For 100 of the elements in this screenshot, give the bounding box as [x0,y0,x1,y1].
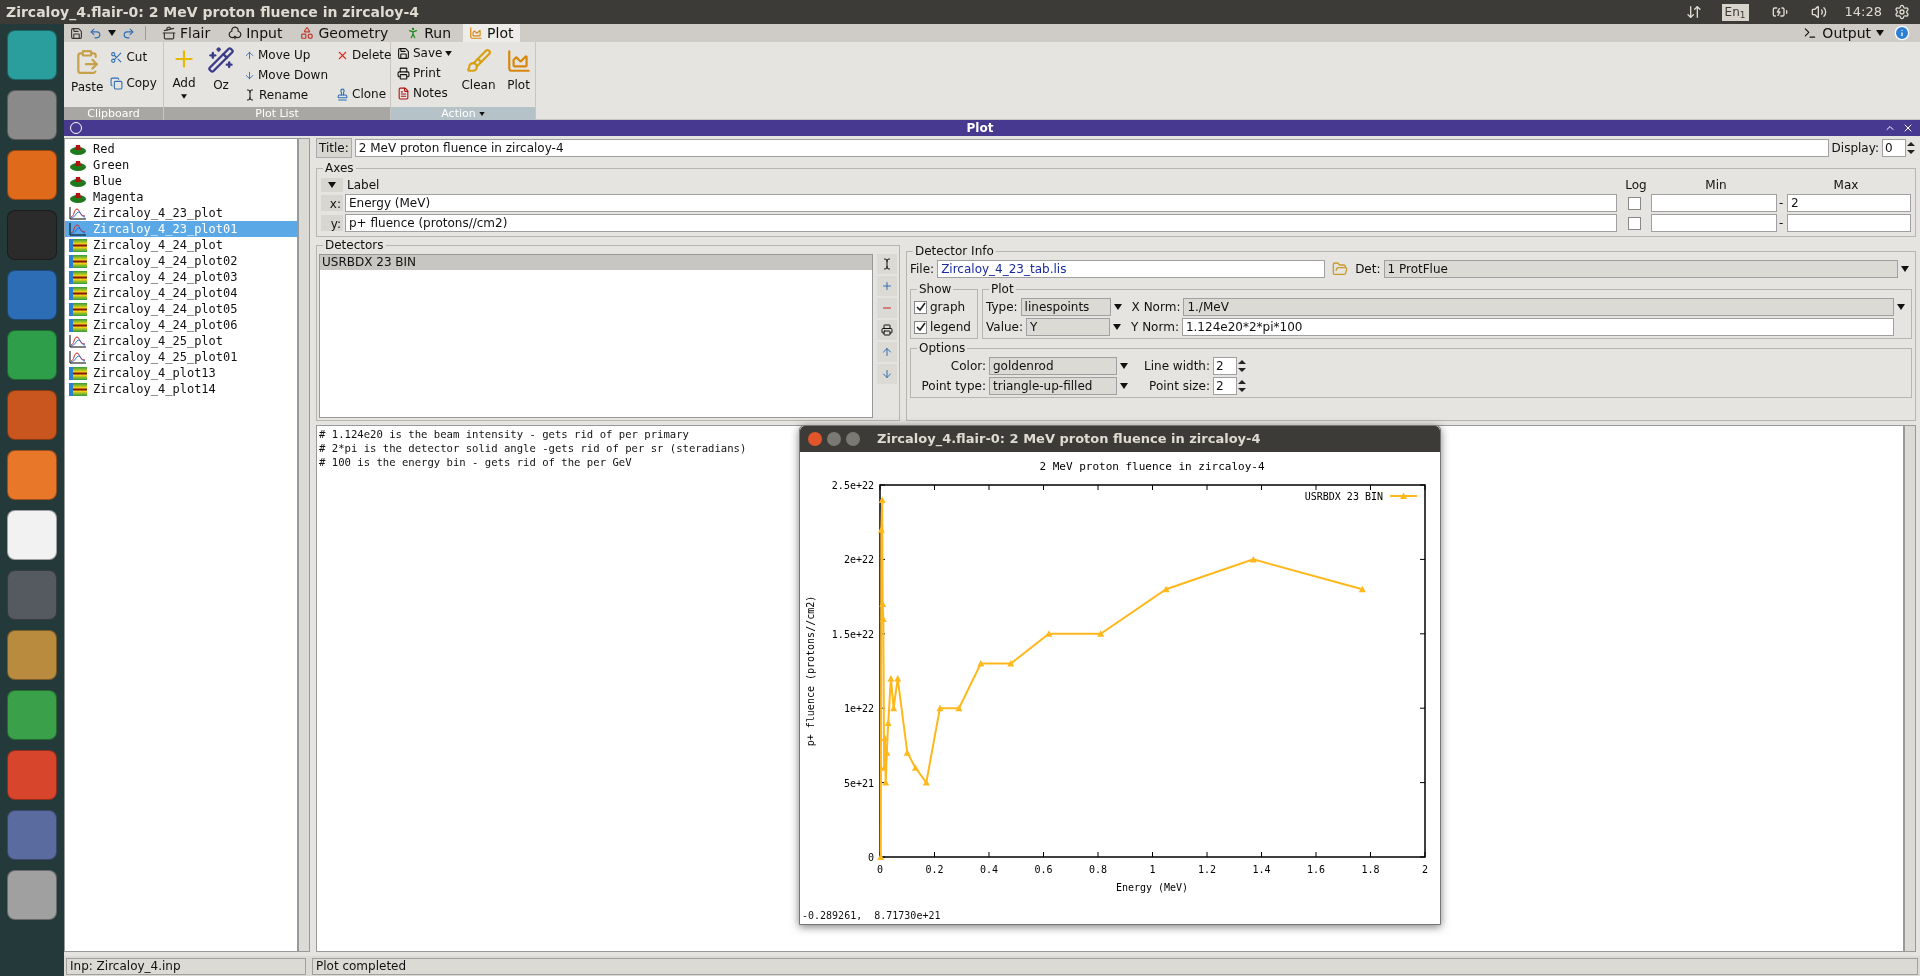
clean-button[interactable]: Clean [458,44,499,94]
ribbon-tab[interactable]: Run [400,24,458,42]
file-field[interactable]: Zircaloy_4_23_tab.lis [937,260,1326,278]
wand-icon [207,46,235,74]
paste-button[interactable]: Paste [68,48,107,96]
max-field[interactable] [1787,214,1911,232]
clipboard-icon [74,48,101,76]
dropdown-field[interactable]: Y [1026,318,1110,336]
spin-arrows-icon[interactable] [1237,358,1247,374]
x-axis-label: Energy (MeV) [1115,882,1189,893]
app-icon[interactable] [7,150,57,200]
checkbox[interactable] [914,320,927,334]
scrollbar[interactable] [298,138,310,952]
ribbon-tab[interactable]: Geometry [294,24,395,42]
app-icon[interactable] [7,510,57,560]
chart-title: 2 MeV proton fluence in zircaloy-4 [1039,460,1265,473]
add-button[interactable]: Add [168,46,200,99]
volume-icon [1810,4,1827,20]
x-tick-label: 1 [1149,864,1156,875]
notes-button[interactable]: Notes [395,84,455,102]
max-field[interactable]: 2 [1787,194,1911,212]
axis-button[interactable]: y: [321,215,343,231]
detector-list-item[interactable]: USRBDX 23 BIN [320,255,872,270]
spin-field[interactable]: 2 [1213,357,1237,375]
data-point [1007,660,1015,667]
heatmap-icon [69,270,87,284]
copy-button[interactable]: Copy [108,74,159,92]
legend-line-icon [1389,492,1418,499]
rename-button[interactable]: Rename [242,86,330,104]
group-label: Detectors [323,238,386,252]
print-button[interactable]: Print [395,64,455,82]
title-field[interactable]: 2 MeV proton fluence in zircaloy-4 [354,139,1829,157]
move-down-button[interactable]: Move Down [242,66,330,84]
keyboard-layout-indicator[interactable]: En$_{1}$ [1721,3,1749,21]
app-icon[interactable] [7,270,57,320]
ribbon-tab[interactable]: Input [222,24,289,42]
min-field[interactable] [1651,214,1777,232]
app-icon[interactable] [7,390,57,440]
ribbon-tab[interactable]: Plot [463,24,520,42]
ynorm-field[interactable]: 1.124e20*2*pi*100 [1181,318,1894,336]
spin-field[interactable]: 0 [1882,139,1906,157]
dropdown-field[interactable]: 1 ProtFlue [1383,260,1898,278]
heatmap-icon [69,366,87,380]
dropdown-field[interactable]: triangle-up-filled [989,377,1117,395]
spin-field[interactable]: 2 [1213,377,1237,395]
dropdown-field[interactable]: goldenrod [989,357,1117,375]
app-icon[interactable] [7,690,57,740]
min-field[interactable] [1651,194,1777,212]
detector-tool-button[interactable] [877,320,897,340]
title-label: Title: [316,138,352,158]
oz-button[interactable]: Oz [204,46,238,94]
data-point [1249,555,1257,563]
ribbon-tab[interactable]: Flair [156,24,217,42]
app-icon[interactable] [7,870,57,920]
close-icon[interactable] [808,432,822,446]
axes-menu-button[interactable] [321,178,343,192]
app-icon[interactable] [7,90,57,140]
checkbox[interactable] [1627,196,1641,210]
status-field: Plot completed [312,957,1918,975]
dropdown-arrow-icon [1120,383,1128,389]
dropdown-field[interactable]: 1./MeV [1183,298,1894,316]
checkbox[interactable] [914,300,927,314]
minimize-icon[interactable] [827,432,841,446]
output-button[interactable]: Output [1799,22,1888,44]
app-icon[interactable] [7,30,57,80]
disc-icon [69,190,87,204]
line-chart-icon [69,350,87,364]
app-icon[interactable] [7,330,57,380]
app-icon[interactable] [7,630,57,680]
checkbox[interactable] [1627,216,1641,230]
axis-label-field[interactable]: Energy (MeV) [345,194,1617,212]
spin-arrows-icon[interactable] [1906,140,1916,156]
pot-icon [162,26,176,40]
scrollbar[interactable] [1904,425,1916,952]
axis-button[interactable]: x: [321,195,343,211]
x-tick-label: 0 [877,864,883,875]
dropdown-field[interactable]: linespoints [1020,298,1111,316]
axis-label-field[interactable]: p+ fluence (protons//cm2) [345,214,1617,232]
detector-tool-button[interactable] [877,254,897,274]
save-button[interactable]: Save [395,44,455,62]
plot-button[interactable]: Plot [502,44,535,94]
range-separator: - [1779,215,1785,232]
app-icon[interactable] [7,750,57,800]
move-up-button[interactable]: Move Up [242,46,330,64]
spin-arrows-icon[interactable] [1237,378,1247,394]
arrow-down-icon [244,69,255,81]
plot-window-title: Zircaloy_4.flair-0: 2 MeV proton fluence in zircaloy-4 [877,430,1261,449]
caret-icon [445,50,453,56]
app-icon[interactable] [7,810,57,860]
line-chart-icon [69,334,87,348]
clone-button[interactable]: Clone [334,85,394,103]
delete-button[interactable]: Delete [334,46,394,64]
maximize-icon[interactable] [846,432,860,446]
cut-button[interactable]: Cut [108,48,159,66]
data-point [877,526,885,533]
clock[interactable]: 14:28 [1844,2,1882,22]
column-header: Label [346,177,381,194]
data-point [1097,630,1105,637]
network-icon [1685,4,1702,20]
app-icon[interactable] [7,450,57,500]
